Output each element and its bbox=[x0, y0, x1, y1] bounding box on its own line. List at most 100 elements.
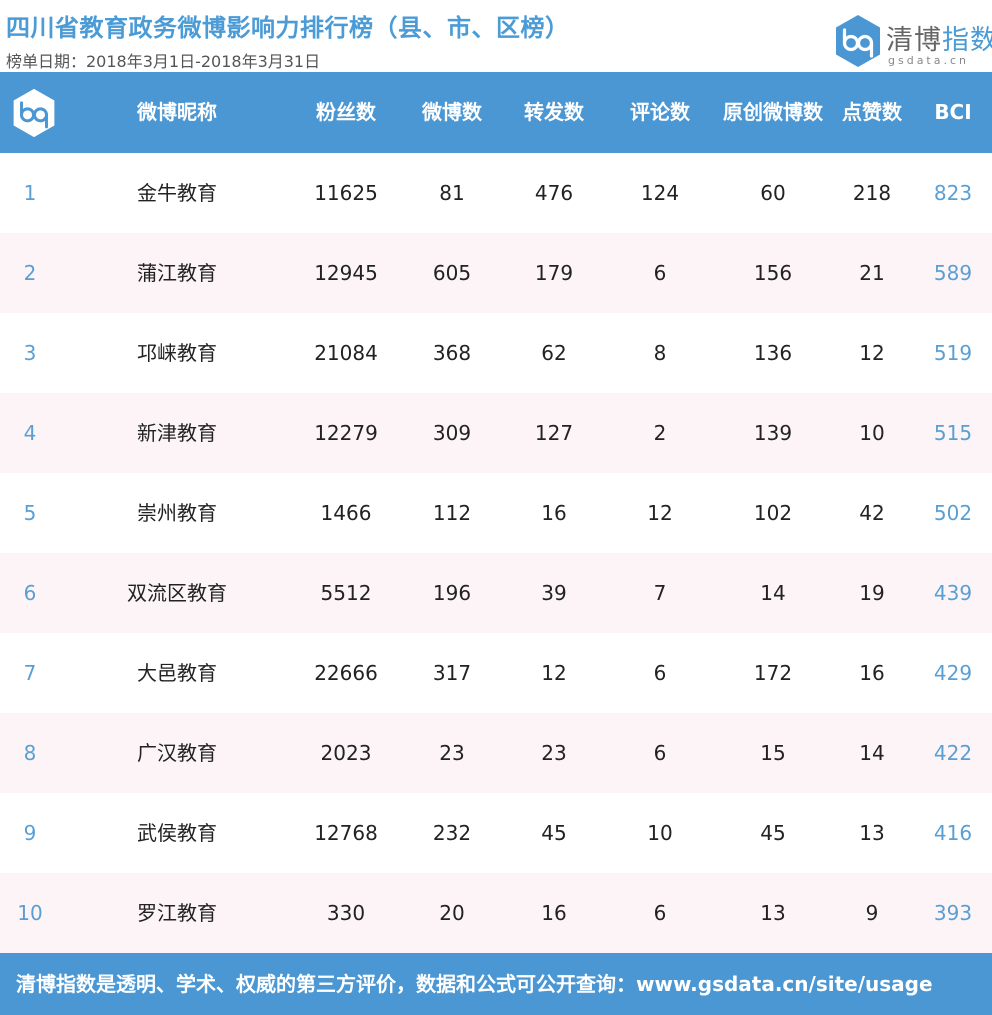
comment-cell: 6 bbox=[653, 661, 667, 685]
weibo-cell: 81 bbox=[439, 181, 465, 205]
fans-cell: 22666 bbox=[314, 661, 378, 685]
like-cell: 19 bbox=[859, 581, 885, 605]
weibo-cell: 196 bbox=[432, 581, 472, 605]
column-header-original: 原创微博数 bbox=[723, 100, 823, 124]
forward-cell: 39 bbox=[541, 581, 567, 605]
fans-cell: 1466 bbox=[320, 501, 372, 525]
bci-cell: 502 bbox=[933, 501, 973, 525]
rank-cell: 6 bbox=[23, 581, 37, 605]
like-cell: 42 bbox=[859, 501, 885, 525]
original-cell: 15 bbox=[760, 741, 786, 765]
fans-cell: 2023 bbox=[320, 741, 372, 765]
weibo-cell: 112 bbox=[432, 501, 472, 525]
comment-cell: 6 bbox=[653, 261, 667, 285]
rank-cell: 3 bbox=[23, 341, 37, 365]
name-cell: 大邑教育 bbox=[137, 661, 217, 685]
forward-cell: 23 bbox=[541, 741, 567, 765]
ranking-page: 四川省教育政务微博影响力排行榜（县、市、区榜） 榜单日期：2018年3月1日-2… bbox=[0, 0, 992, 1015]
comment-cell: 7 bbox=[653, 581, 667, 605]
column-header-weibo: 微博数 bbox=[422, 100, 482, 124]
brand-name-part1: 清博 bbox=[886, 25, 942, 56]
bci-cell: 515 bbox=[933, 421, 973, 445]
like-cell: 10 bbox=[859, 421, 885, 445]
page-title: 四川省教育政务微博影响力排行榜（县、市、区榜） bbox=[6, 14, 570, 42]
forward-cell: 45 bbox=[541, 821, 567, 845]
original-cell: 139 bbox=[753, 421, 793, 445]
date-range: 榜单日期：2018年3月1日-2018年3月31日 bbox=[6, 52, 321, 71]
table-row: 4 新津教育 12279 309 127 2 139 10 515 bbox=[0, 393, 992, 473]
like-cell: 16 bbox=[859, 661, 885, 685]
brand-url: gsdata.cn bbox=[888, 54, 970, 67]
table-row: 8 广汉教育 2023 23 23 6 15 14 422 bbox=[0, 713, 992, 793]
name-cell: 金牛教育 bbox=[137, 181, 217, 205]
forward-cell: 62 bbox=[541, 341, 567, 365]
bci-cell: 393 bbox=[933, 901, 973, 925]
bci-cell: 439 bbox=[933, 581, 973, 605]
forward-cell: 476 bbox=[534, 181, 574, 205]
table-body: 1 金牛教育 11625 81 476 124 60 218 823 2 蒲江教… bbox=[0, 153, 992, 953]
like-cell: 21 bbox=[859, 261, 885, 285]
name-cell: 邛崃教育 bbox=[137, 341, 217, 365]
footer-text: 清博指数是透明、学术、权威的第三方评价，数据和公式可公开查询：www.gsdat… bbox=[16, 972, 933, 996]
bci-cell: 519 bbox=[933, 341, 973, 365]
comment-cell: 10 bbox=[647, 821, 673, 845]
column-header-name: 微博昵称 bbox=[137, 100, 217, 124]
rank-cell: 2 bbox=[23, 261, 37, 285]
weibo-cell: 23 bbox=[439, 741, 465, 765]
fans-cell: 11625 bbox=[314, 181, 378, 205]
bci-cell: 589 bbox=[933, 261, 973, 285]
like-cell: 12 bbox=[859, 341, 885, 365]
weibo-cell: 317 bbox=[432, 661, 472, 685]
fans-cell: 330 bbox=[326, 901, 366, 925]
fans-cell: 21084 bbox=[314, 341, 378, 365]
header-logo-icon bbox=[13, 88, 55, 138]
original-cell: 156 bbox=[753, 261, 793, 285]
footer-banner: 清博指数是透明、学术、权威的第三方评价，数据和公式可公开查询：www.gsdat… bbox=[0, 953, 992, 1015]
brand-logo: 清博指数 gsdata.cn bbox=[834, 14, 992, 72]
column-header-forward: 转发数 bbox=[524, 100, 584, 124]
name-cell: 罗江教育 bbox=[137, 901, 217, 925]
comment-cell: 6 bbox=[653, 741, 667, 765]
column-header-bci: BCI bbox=[934, 100, 972, 124]
weibo-cell: 20 bbox=[439, 901, 465, 925]
table-row: 1 金牛教育 11625 81 476 124 60 218 823 bbox=[0, 153, 992, 233]
fans-cell: 12945 bbox=[314, 261, 378, 285]
bci-cell: 429 bbox=[933, 661, 973, 685]
name-cell: 蒲江教育 bbox=[137, 261, 217, 285]
bci-cell: 823 bbox=[933, 181, 973, 205]
brand-name: 清博指数 bbox=[886, 18, 992, 57]
rank-cell: 10 bbox=[17, 901, 43, 925]
column-header-fans: 粉丝数 bbox=[316, 100, 376, 124]
original-cell: 45 bbox=[760, 821, 786, 845]
comment-cell: 6 bbox=[653, 901, 667, 925]
table-header: 微博昵称 粉丝数 微博数 转发数 评论数 原创微博数 点赞数 BCI bbox=[0, 72, 992, 153]
table-row: 3 邛崃教育 21084 368 62 8 136 12 519 bbox=[0, 313, 992, 393]
like-cell: 218 bbox=[852, 181, 892, 205]
original-cell: 136 bbox=[753, 341, 793, 365]
gsdata-logo-icon bbox=[836, 15, 880, 67]
comment-cell: 2 bbox=[653, 421, 667, 445]
rank-cell: 8 bbox=[23, 741, 37, 765]
table-row: 2 蒲江教育 12945 605 179 6 156 21 589 bbox=[0, 233, 992, 313]
name-cell: 武侯教育 bbox=[137, 821, 217, 845]
table-row: 7 大邑教育 22666 317 12 6 172 16 429 bbox=[0, 633, 992, 713]
weibo-cell: 309 bbox=[432, 421, 472, 445]
rank-cell: 7 bbox=[23, 661, 37, 685]
fans-cell: 5512 bbox=[320, 581, 372, 605]
comment-cell: 124 bbox=[640, 181, 680, 205]
original-cell: 172 bbox=[753, 661, 793, 685]
bci-cell: 422 bbox=[933, 741, 973, 765]
original-cell: 14 bbox=[760, 581, 786, 605]
weibo-cell: 605 bbox=[432, 261, 472, 285]
like-cell: 14 bbox=[859, 741, 885, 765]
original-cell: 60 bbox=[760, 181, 786, 205]
name-cell: 双流区教育 bbox=[127, 581, 227, 605]
name-cell: 崇州教育 bbox=[137, 501, 217, 525]
fans-cell: 12768 bbox=[314, 821, 378, 845]
forward-cell: 16 bbox=[541, 901, 567, 925]
like-cell: 13 bbox=[859, 821, 885, 845]
table-row: 5 崇州教育 1466 112 16 12 102 42 502 bbox=[0, 473, 992, 553]
column-header-comment: 评论数 bbox=[630, 100, 690, 124]
weibo-cell: 232 bbox=[432, 821, 472, 845]
name-cell: 广汉教育 bbox=[137, 741, 217, 765]
